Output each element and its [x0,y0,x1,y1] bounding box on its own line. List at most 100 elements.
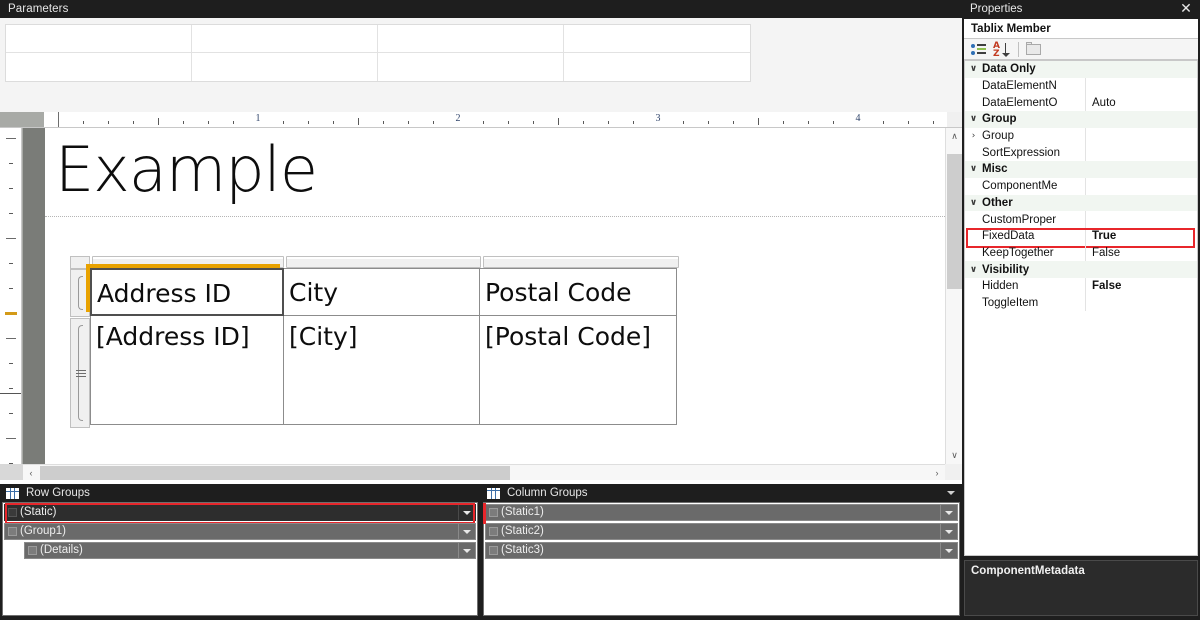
property-row[interactable]: KeepTogether False [965,244,1197,262]
parameter-cell[interactable] [6,53,192,81]
tablix-row-handle-header[interactable] [70,269,90,317]
property-category-row[interactable]: ∨ Visibility [965,261,1197,278]
row-group-row[interactable]: (Group1) [4,523,476,540]
parameter-cell[interactable] [378,25,564,53]
property-row[interactable]: FixedData True [965,227,1197,248]
parameter-cell[interactable] [378,53,564,81]
tablix-row-handle-detail[interactable] [70,318,90,428]
parameter-cell[interactable] [6,25,192,53]
report-canvas[interactable]: Example Address ID City Postal Code [Add… [45,128,945,464]
property-category-row[interactable]: ∨ Other [965,194,1197,212]
vertical-ruler[interactable] [0,128,22,464]
chevron-down-icon[interactable] [940,543,957,558]
row-groups-list[interactable]: (Static) (Group1) (Details) [2,502,478,616]
property-row[interactable]: ToggleItem [965,294,1197,312]
property-name: ToggleItem [982,296,1039,309]
alphabetical-sort-icon[interactable]: AZ [991,40,1013,59]
property-category-row[interactable]: ∨ Group [965,111,1197,128]
tablix-column-handle[interactable] [483,256,679,268]
grid-icon [6,487,19,499]
chevron-right-icon[interactable]: › [965,131,982,141]
parameter-cell[interactable] [564,25,750,53]
chevron-down-icon[interactable]: ∨ [965,198,982,208]
scroll-right-icon[interactable]: › [929,465,945,481]
property-row[interactable]: DataElementO Auto [965,94,1197,112]
ruler-tick [6,238,16,239]
ruler-tick [708,121,709,124]
properties-grid[interactable]: ∨ Data Only DataElementN DataElementO Auto ∨ G… [964,60,1198,556]
column-group-row[interactable]: (Static1) [485,504,958,521]
group-brace-icon [78,276,83,310]
property-row[interactable]: SortExpression [965,144,1197,162]
report-title-textbox[interactable]: Example [55,134,935,206]
categorized-view-icon[interactable] [968,40,990,59]
tablix-cell-detail-city[interactable]: [City] [283,315,480,425]
tablix-column-handle[interactable] [92,256,284,268]
ruler-tick [633,121,634,124]
property-category-row[interactable]: ∨ Misc [965,161,1197,178]
row-group-row[interactable]: (Static) [4,503,476,524]
property-value[interactable]: False [1086,280,1197,292]
property-name: DataElementN [982,80,1057,93]
horizontal-ruler[interactable]: 1 2 3 4 [0,112,947,128]
ruler-tick [683,121,684,124]
ruler-tick [358,118,359,125]
tablix[interactable]: Address ID City Postal Code [Address ID]… [70,256,681,428]
close-icon[interactable]: ✕ [1178,0,1194,19]
tablix-detail-row: [Address ID] [City] [Postal Code] [90,315,677,425]
property-category-row[interactable]: ∨ Data Only [965,61,1197,78]
column-group-row[interactable]: (Static2) [485,523,958,540]
canvas-horizontal-scrollbar[interactable]: ‹ › [23,464,945,480]
tablix-corner-handle[interactable] [70,256,90,269]
ruler-tick [908,121,909,124]
property-column-divider [1085,177,1086,195]
tablix-cell-header-city[interactable]: City [283,268,480,316]
horizontal-scroll-thumb[interactable] [40,466,510,480]
ruler-tick [933,121,934,124]
parameter-cell[interactable] [192,25,378,53]
property-row[interactable]: CustomProper [965,211,1197,228]
tablix-cell-header-postal-code[interactable]: Postal Code [479,268,677,316]
scroll-down-icon[interactable]: ∨ [946,447,963,464]
cell-text: [Postal Code] [485,322,652,351]
chevron-down-icon[interactable]: ∨ [965,265,982,275]
chevron-down-icon[interactable] [940,505,957,520]
chevron-down-icon[interactable] [458,524,475,539]
chevron-down-icon[interactable]: ∨ [965,164,982,174]
tablix-cell-header-address-id[interactable]: Address ID [90,268,284,316]
property-row[interactable]: DataElementN [965,77,1197,95]
column-group-label: (Static3) [501,544,544,556]
tablix-column-handle[interactable] [286,256,481,268]
property-value[interactable]: False [1086,247,1197,259]
scroll-up-icon[interactable]: ∧ [946,128,963,145]
parameters-grid[interactable] [5,24,751,82]
cell-text: Address ID [97,279,232,308]
canvas-vertical-scrollbar[interactable]: ∧ ∨ [945,128,962,464]
row-group-row[interactable]: (Details) [24,542,476,559]
chevron-down-icon[interactable]: ∨ [965,64,982,74]
column-group-label: (Static2) [501,525,544,537]
chevron-down-icon[interactable] [947,491,955,495]
column-group-row[interactable]: (Static3) [485,542,958,559]
column-groups-list[interactable]: (Static1) (Static2) (Static3) [483,502,960,616]
property-value[interactable]: True [1086,230,1197,242]
chevron-down-icon[interactable] [940,524,957,539]
chevron-down-icon[interactable]: ∨ [965,114,982,124]
property-row[interactable]: ComponentMe [965,177,1197,195]
chevron-down-icon[interactable] [458,505,475,520]
parameter-cell[interactable] [192,53,378,81]
ruler-tick [6,138,16,139]
tablix-cell-detail-postal-code[interactable]: [Postal Code] [479,315,677,425]
row-group-label: (Static) [20,506,57,518]
property-pages-icon[interactable] [1023,40,1045,59]
property-row[interactable]: › Group [965,127,1197,145]
property-row[interactable]: Hidden False [965,277,1197,295]
property-name: KeepTogether [982,246,1054,259]
tablix-cell-detail-address-id[interactable]: [Address ID] [90,315,284,425]
vertical-scroll-thumb[interactable] [947,154,962,289]
property-value[interactable]: Auto [1086,97,1197,109]
chevron-down-icon[interactable] [458,543,475,558]
ruler-tick [9,388,13,389]
scroll-left-icon[interactable]: ‹ [23,465,39,481]
parameter-cell[interactable] [564,53,750,81]
